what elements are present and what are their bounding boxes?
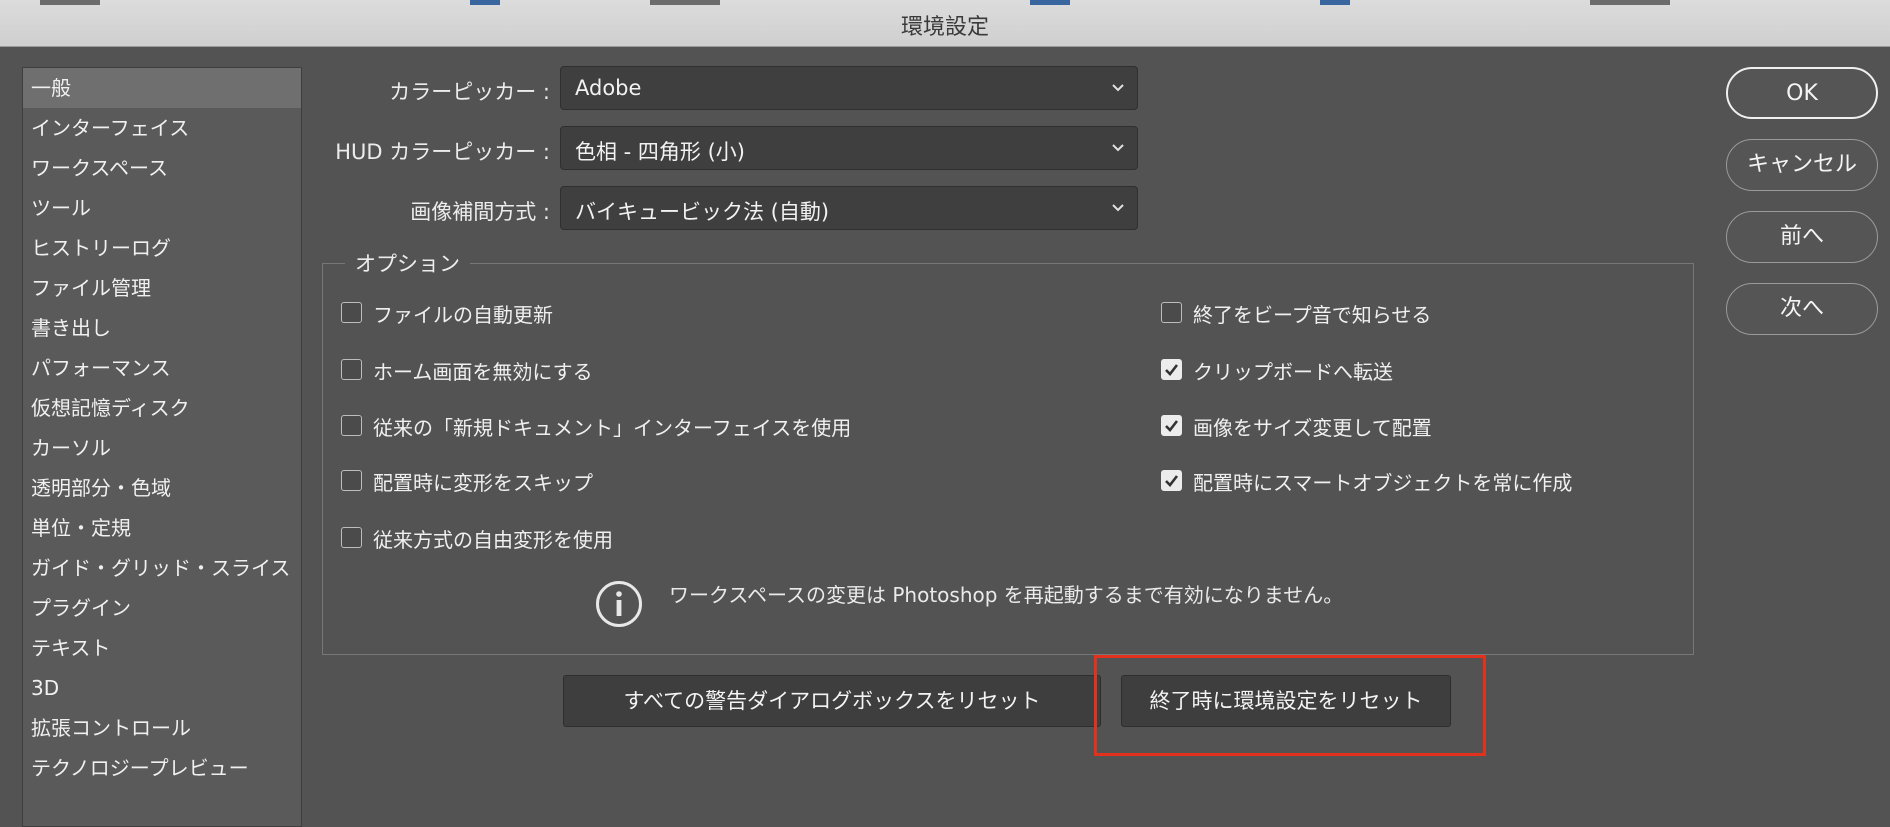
checkmark-icon	[1165, 364, 1179, 376]
interpolation-value: バイキュービック法 (自動)	[575, 200, 830, 224]
sidebar-item-file-handling[interactable]: ファイル管理	[23, 268, 301, 308]
background-sliver	[40, 0, 100, 5]
checkbox-checked[interactable]	[1161, 415, 1182, 436]
background-sliver	[1590, 0, 1670, 5]
sidebar-item-transparency-gamut[interactable]: 透明部分・色域	[23, 468, 301, 508]
checkbox-checked[interactable]	[1161, 359, 1182, 380]
sidebar-item-guides-grid-slices[interactable]: ガイド・グリッド・スライス	[23, 548, 301, 588]
chevron-down-icon	[1112, 144, 1124, 152]
info-message: ワークスペースの変更は Photoshop を再起動するまで有効になりません。	[669, 583, 1344, 607]
checkbox[interactable]	[341, 359, 362, 380]
title-bar: 環境設定	[0, 0, 1890, 47]
window-title: 環境設定	[900, 15, 989, 40]
sidebar-item-general[interactable]: 一般	[23, 68, 301, 108]
color-picker-value: Adobe	[575, 76, 642, 100]
interpolation-row: 画像補間方式 : バイキュービック法 (自動)	[310, 186, 1140, 232]
sidebar-item-tools[interactable]: ツール	[23, 188, 301, 228]
interpolation-select[interactable]: バイキュービック法 (自動)	[560, 186, 1138, 230]
options-group: オプション ファイルの自動更新 ホーム画面を無効にする 従来の「新規ドキュメント…	[322, 248, 1694, 655]
sidebar-item-history-log[interactable]: ヒストリーログ	[23, 228, 301, 268]
option-label: 従来方式の自由変形を使用	[373, 528, 613, 552]
ok-button[interactable]: OK	[1726, 67, 1878, 119]
option-label: ホーム画面を無効にする	[373, 360, 593, 384]
sidebar-item-3d[interactable]: 3D	[23, 668, 301, 708]
background-sliver	[1320, 0, 1350, 5]
color-picker-row: カラーピッカー : Adobe	[310, 66, 1140, 112]
checkbox[interactable]	[341, 527, 362, 548]
option-label: ファイルの自動更新	[373, 303, 553, 327]
checkbox[interactable]	[1161, 302, 1182, 323]
reset-warning-dialogs-button[interactable]: すべての警告ダイアログボックスをリセット	[563, 675, 1101, 727]
hud-color-picker-select[interactable]: 色相 - 四角形 (小)	[560, 126, 1138, 170]
info-icon	[596, 581, 642, 627]
sidebar-item-technology-previews[interactable]: テクノロジープレビュー	[23, 748, 301, 788]
hud-color-picker-value: 色相 - 四角形 (小)	[575, 140, 745, 164]
background-sliver	[1030, 0, 1070, 5]
checkbox[interactable]	[341, 415, 362, 436]
category-list[interactable]: 一般 インターフェイス ワークスペース ツール ヒストリーログ ファイル管理 書…	[22, 67, 302, 827]
options-legend: オプション	[345, 248, 470, 278]
interpolation-label: 画像補間方式 :	[410, 200, 550, 224]
option-label: 終了をビープ音で知らせる	[1193, 303, 1432, 327]
sidebar-item-interface[interactable]: インターフェイス	[23, 108, 301, 148]
hud-color-picker-label: HUD カラーピッカー :	[335, 140, 550, 164]
previous-button[interactable]: 前へ	[1726, 211, 1878, 263]
option-label: 配置時にスマートオブジェクトを常に作成	[1193, 471, 1573, 495]
checkmark-icon	[1165, 420, 1179, 432]
color-picker-label: カラーピッカー :	[389, 80, 550, 104]
option-label: 従来の「新規ドキュメント」インターフェイスを使用	[373, 416, 852, 440]
sidebar-item-units-rulers[interactable]: 単位・定規	[23, 508, 301, 548]
color-picker-select[interactable]: Adobe	[560, 66, 1138, 110]
sidebar-item-workspace[interactable]: ワークスペース	[23, 148, 301, 188]
checkbox[interactable]	[341, 302, 362, 323]
chevron-down-icon	[1112, 204, 1124, 212]
option-label: クリップボードへ転送	[1193, 360, 1393, 384]
background-sliver	[650, 0, 720, 5]
sidebar-item-export[interactable]: 書き出し	[23, 308, 301, 348]
option-label: 配置時に変形をスキップ	[373, 471, 593, 495]
sidebar-item-performance[interactable]: パフォーマンス	[23, 348, 301, 388]
next-button[interactable]: 次へ	[1726, 283, 1878, 335]
highlight-annotation-box	[1094, 655, 1486, 756]
sidebar-item-cursors[interactable]: カーソル	[23, 428, 301, 468]
checkmark-icon	[1165, 475, 1179, 487]
sidebar-item-scratch-disks[interactable]: 仮想記憶ディスク	[23, 388, 301, 428]
checkbox[interactable]	[341, 470, 362, 491]
sidebar-item-enhanced-controls[interactable]: 拡張コントロール	[23, 708, 301, 748]
sidebar-item-plugins[interactable]: プラグイン	[23, 588, 301, 628]
option-label: 画像をサイズ変更して配置	[1193, 416, 1432, 440]
checkbox-checked[interactable]	[1161, 470, 1182, 491]
sidebar-item-type[interactable]: テキスト	[23, 628, 301, 668]
chevron-down-icon	[1112, 84, 1124, 92]
hud-color-picker-row: HUD カラーピッカー : 色相 - 四角形 (小)	[310, 126, 1140, 172]
background-sliver	[470, 0, 500, 5]
cancel-button[interactable]: キャンセル	[1726, 139, 1878, 191]
